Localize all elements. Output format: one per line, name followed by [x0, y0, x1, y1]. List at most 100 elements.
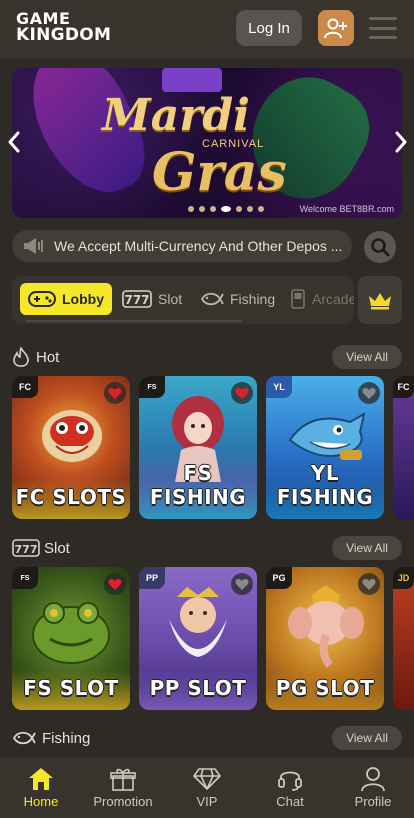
slot-777-icon: 777 [122, 290, 152, 308]
lion-dance-illustration [42, 410, 102, 462]
banner-welcome-text: Welcome BET8BR.com [299, 204, 394, 214]
favorite-button[interactable] [358, 573, 380, 595]
nav-home[interactable]: Home [0, 758, 82, 818]
nav-chat-label: Chat [276, 794, 304, 809]
heart-icon [108, 387, 122, 399]
slot-view-all-button[interactable]: View All [332, 536, 402, 560]
chevron-right-icon [395, 131, 407, 153]
slot-777-icon: 777 [12, 539, 40, 557]
section-slot-header: 777 Slot View All [12, 535, 402, 561]
game-card-partial[interactable]: JD [393, 567, 414, 710]
arcade-icon [291, 289, 305, 309]
favorite-button[interactable] [231, 573, 253, 595]
game-card-fs-fishing[interactable]: FS FS FISHING [139, 376, 257, 519]
nav-vip-label: VIP [196, 794, 218, 809]
banner-dot[interactable] [188, 206, 194, 212]
favorite-button[interactable] [104, 382, 126, 404]
game-card-fc-slots[interactable]: FC FC SLOTS [12, 376, 130, 519]
game-kingdom-logo[interactable]: GAME KINGDOM [16, 10, 126, 46]
banner-prev-button[interactable] [6, 128, 22, 156]
game-card-yl-fishing[interactable]: YL YL FISHING [266, 376, 384, 519]
game-card-pg-slot[interactable]: PG PG SLOT [266, 567, 384, 710]
search-icon [371, 238, 390, 257]
hot-view-all-button[interactable]: View All [332, 345, 402, 369]
game-title: YL FISHING [276, 461, 374, 509]
diamond-icon [193, 768, 221, 790]
provider-badge: FS [12, 567, 38, 589]
provider-badge: FS [139, 376, 165, 398]
banner-title-line2: Gras [152, 142, 287, 203]
register-button[interactable] [318, 10, 354, 46]
banner-pagination[interactable] [188, 206, 264, 212]
banner-title-line1: Mardi [102, 90, 250, 141]
banner-dot[interactable] [247, 206, 253, 212]
tab-slot[interactable]: 777 Slot [114, 283, 190, 315]
menu-icon-bar [369, 26, 397, 30]
section-slot-title: Slot [44, 539, 70, 557]
provider-badge: JD [393, 567, 414, 589]
provider-badge: FC [12, 376, 38, 398]
tabs-scrollbar[interactable] [26, 320, 242, 322]
banner-next-button[interactable] [393, 128, 409, 156]
banner-dot[interactable] [236, 206, 242, 212]
game-title: PG SLOT [275, 676, 375, 700]
search-button[interactable] [364, 231, 396, 263]
headset-icon [278, 771, 302, 791]
nav-profile-label: Profile [354, 794, 392, 809]
app-header: GAME KINGDOM Log In [0, 0, 414, 58]
flame-icon [13, 347, 29, 367]
favorite-button[interactable] [231, 382, 253, 404]
section-hot-title: Hot [36, 348, 60, 366]
fish-icon [12, 731, 36, 745]
nav-vip[interactable]: VIP [166, 758, 248, 818]
tab-lobby[interactable]: Lobby [20, 283, 112, 315]
section-fishing-title: Fishing [42, 729, 91, 747]
banner-mask-decoration [162, 68, 222, 92]
banner-dot-active[interactable] [221, 206, 231, 212]
svg-text:777: 777 [15, 543, 38, 556]
menu-icon-bar [369, 17, 397, 20]
menu-icon-bar [369, 36, 397, 39]
heart-icon [362, 387, 376, 399]
ganesha-illustration [288, 585, 364, 668]
game-title: PP SLOT [149, 676, 247, 700]
promo-banner[interactable]: Mardi CARNIVAL Gras Welcome BET8BR.com [12, 68, 402, 218]
bottom-navigation: Home Promotion VIP Chat Profile [0, 758, 414, 818]
announcement-marquee[interactable]: We Accept Multi-Currency And Other Depos… [12, 230, 352, 262]
tab-lobby-label: Lobby [62, 291, 104, 307]
tab-arcade-label: Arcade [312, 291, 354, 307]
banner-dot[interactable] [199, 206, 205, 212]
add-user-icon [324, 18, 347, 39]
game-title: FC SLOTS [15, 485, 127, 509]
game-card-fs-slot[interactable]: FS FS SLOT [12, 567, 130, 710]
megaphone-icon [24, 238, 43, 254]
banner-dot[interactable] [210, 206, 216, 212]
nav-promotion-label: Promotion [93, 794, 153, 809]
chevron-left-icon [8, 131, 20, 153]
tab-fishing[interactable]: Fishing [192, 283, 283, 315]
login-button[interactable]: Log In [236, 10, 302, 46]
nav-home-label: Home [23, 794, 59, 809]
fish-icon [200, 292, 224, 306]
game-card-partial[interactable]: FC [393, 376, 414, 519]
banner-dot[interactable] [258, 206, 264, 212]
nav-profile[interactable]: Profile [332, 758, 414, 818]
tab-arcade[interactable]: Arcade [282, 283, 354, 315]
favorite-button[interactable] [358, 382, 380, 404]
fishing-view-all-button[interactable]: View All [332, 726, 402, 750]
provider-badge: FC [393, 376, 414, 398]
vip-crown-button[interactable] [358, 276, 402, 324]
nav-chat[interactable]: Chat [249, 758, 331, 818]
heart-icon [362, 578, 376, 590]
provider-badge: YL [266, 376, 292, 398]
game-card-pp-slot[interactable]: PP PP SLOT [139, 567, 257, 710]
category-tabs: Lobby 777 Slot Fishing Arcade [12, 276, 354, 324]
favorite-button[interactable] [104, 573, 126, 595]
heart-icon [235, 387, 249, 399]
heart-icon [235, 578, 249, 590]
hamburger-menu-button[interactable] [368, 14, 398, 42]
user-icon [361, 767, 385, 792]
tab-fishing-label: Fishing [230, 291, 276, 307]
tab-slot-label: Slot [158, 291, 183, 307]
nav-promotion[interactable]: Promotion [82, 758, 164, 818]
